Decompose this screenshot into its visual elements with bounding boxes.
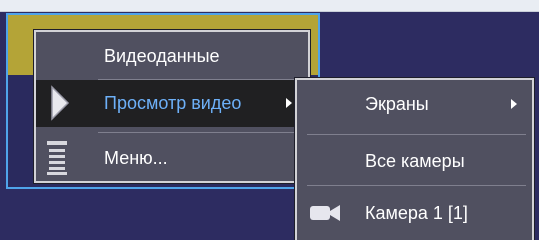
play-triangle-icon	[51, 85, 70, 121]
context-menu: Видеоданные Просмотр видео Меню...	[34, 30, 310, 183]
desktop-area: Видеоданные Просмотр видео Меню... Экран…	[0, 0, 539, 240]
menu-item-video-data[interactable]: Видеоданные	[36, 34, 308, 78]
menu-separator	[307, 185, 526, 186]
menu-item-label: Просмотр видео	[104, 93, 242, 113]
menu-separator	[98, 132, 304, 133]
submenu-item-all-cameras[interactable]: Все камеры	[297, 138, 532, 184]
top-toolbar-strip	[0, 0, 539, 12]
menu-item-label: Видеоданные	[104, 45, 220, 66]
menu-separator	[307, 134, 526, 135]
submenu-item-label: Экраны	[365, 93, 429, 114]
chevron-right-icon	[511, 99, 517, 109]
menu-list-icon	[47, 141, 67, 175]
submenu-item-screens[interactable]: Экраны	[297, 82, 532, 126]
menu-item-menu[interactable]: Меню...	[36, 136, 308, 181]
menu-item-label: Меню...	[104, 148, 168, 168]
chevron-right-icon	[286, 98, 292, 108]
video-camera-icon	[310, 205, 340, 221]
submenu: Экраны Все камеры Камера 1 [1]	[295, 78, 534, 240]
menu-item-video-view[interactable]: Просмотр видео	[36, 80, 308, 127]
submenu-item-label: Все камеры	[365, 150, 465, 171]
submenu-item-camera-1[interactable]: Камера 1 [1]	[297, 190, 532, 236]
submenu-item-label: Камера 1 [1]	[365, 202, 468, 223]
